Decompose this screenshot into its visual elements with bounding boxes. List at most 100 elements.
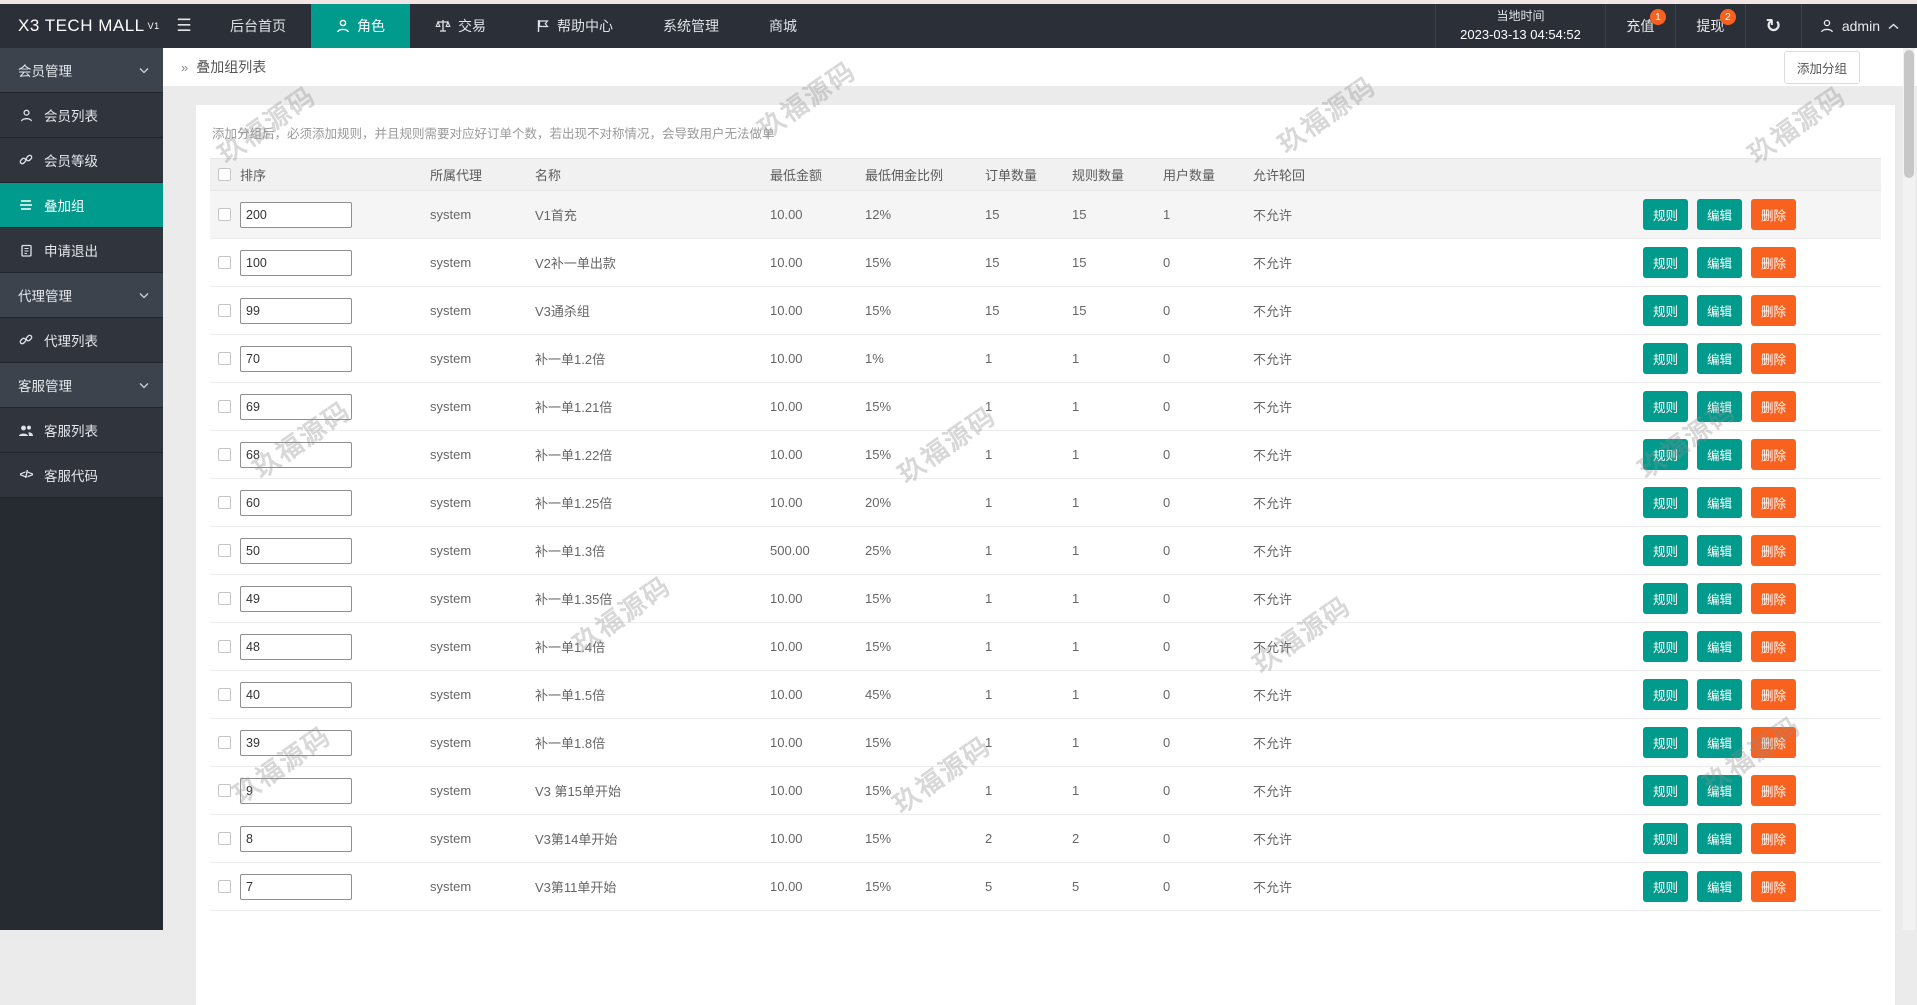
delete-button[interactable]: 删除 [1751, 631, 1797, 662]
rule-button[interactable]: 规则 [1643, 199, 1689, 230]
rule-button[interactable]: 规则 [1643, 727, 1689, 758]
nav-item-dashboard[interactable]: 后台首页 [205, 4, 311, 48]
rule-button[interactable]: 规则 [1643, 391, 1689, 422]
sort-input[interactable] [240, 777, 352, 804]
delete-button[interactable]: 删除 [1751, 439, 1797, 470]
sidebar-toggle-button[interactable]: ☰ [163, 4, 205, 48]
sort-input[interactable] [240, 441, 352, 468]
row-checkbox[interactable] [218, 496, 231, 509]
rule-button[interactable]: 规则 [1643, 487, 1689, 518]
delete-button[interactable]: 删除 [1751, 391, 1797, 422]
delete-button[interactable]: 删除 [1751, 295, 1797, 326]
page-scrollbar[interactable] [1903, 48, 1915, 930]
sidebar-item-stack-group[interactable]: 叠加组 [0, 183, 163, 228]
edit-button[interactable]: 编辑 [1697, 631, 1743, 662]
row-checkbox[interactable] [218, 544, 231, 557]
sort-input[interactable] [240, 729, 352, 756]
edit-button[interactable]: 编辑 [1697, 823, 1743, 854]
delete-button[interactable]: 删除 [1751, 871, 1797, 902]
edit-button[interactable]: 编辑 [1697, 439, 1743, 470]
nav-item-mall[interactable]: 商城 [744, 4, 822, 48]
sort-input[interactable] [240, 297, 352, 324]
edit-button[interactable]: 编辑 [1697, 535, 1743, 566]
row-checkbox[interactable] [218, 832, 231, 845]
rule-button[interactable]: 规则 [1643, 583, 1689, 614]
edit-button[interactable]: 编辑 [1697, 295, 1743, 326]
refresh-button[interactable]: ↻ [1744, 4, 1801, 48]
sort-input[interactable] [240, 537, 352, 564]
row-checkbox[interactable] [218, 304, 231, 317]
sort-input[interactable] [240, 585, 352, 612]
delete-button[interactable]: 删除 [1751, 199, 1797, 230]
rule-button[interactable]: 规则 [1643, 439, 1689, 470]
user-menu[interactable]: admin [1800, 4, 1917, 48]
nav-item-system[interactable]: 系统管理 [638, 4, 744, 48]
row-checkbox[interactable] [218, 640, 231, 653]
sidebar-group-members[interactable]: 会员管理 [0, 48, 163, 93]
edit-button[interactable]: 编辑 [1697, 871, 1743, 902]
sort-input[interactable] [240, 393, 352, 420]
row-checkbox[interactable] [218, 208, 231, 221]
sidebar-item-exit-request[interactable]: 申请退出 [0, 228, 163, 273]
edit-button[interactable]: 编辑 [1697, 775, 1743, 806]
nav-item-roles[interactable]: 角色 [311, 4, 410, 48]
rule-button[interactable]: 规则 [1643, 247, 1689, 278]
sidebar-group-support[interactable]: 客服管理 [0, 363, 163, 408]
rule-button[interactable]: 规则 [1643, 295, 1689, 326]
withdraw-button[interactable]: 提现 2 [1674, 4, 1745, 48]
delete-button[interactable]: 删除 [1751, 823, 1797, 854]
row-checkbox[interactable] [218, 400, 231, 413]
rule-button[interactable]: 规则 [1643, 679, 1689, 710]
row-checkbox[interactable] [218, 688, 231, 701]
row-checkbox[interactable] [218, 352, 231, 365]
edit-button[interactable]: 编辑 [1697, 343, 1743, 374]
rule-button[interactable]: 规则 [1643, 343, 1689, 374]
sidebar-item-support-code[interactable]: </> 客服代码 [0, 453, 163, 498]
rule-button[interactable]: 规则 [1643, 775, 1689, 806]
edit-button[interactable]: 编辑 [1697, 487, 1743, 518]
rule-button[interactable]: 规则 [1643, 535, 1689, 566]
scrollbar-thumb[interactable] [1904, 50, 1914, 178]
recharge-button[interactable]: 充值 1 [1604, 4, 1675, 48]
sort-input[interactable] [240, 201, 352, 228]
delete-button[interactable]: 删除 [1751, 535, 1797, 566]
select-all-checkbox[interactable] [218, 168, 231, 181]
row-checkbox[interactable] [218, 448, 231, 461]
rule-button[interactable]: 规则 [1643, 871, 1689, 902]
delete-button[interactable]: 删除 [1751, 775, 1797, 806]
edit-button[interactable]: 编辑 [1697, 247, 1743, 278]
delete-button[interactable]: 删除 [1751, 727, 1797, 758]
sort-input[interactable] [240, 825, 352, 852]
sort-input[interactable] [240, 249, 352, 276]
edit-button[interactable]: 编辑 [1697, 583, 1743, 614]
nav-item-trade[interactable]: 交易 [410, 4, 511, 48]
sort-input[interactable] [240, 873, 352, 900]
sort-input[interactable] [240, 681, 352, 708]
edit-button[interactable]: 编辑 [1697, 679, 1743, 710]
delete-button[interactable]: 删除 [1751, 247, 1797, 278]
sort-input[interactable] [240, 345, 352, 372]
delete-button[interactable]: 删除 [1751, 679, 1797, 710]
rule-button[interactable]: 规则 [1643, 823, 1689, 854]
add-group-button[interactable]: 添加分组 [1783, 50, 1860, 84]
row-checkbox[interactable] [218, 592, 231, 605]
sidebar-group-agents[interactable]: 代理管理 [0, 273, 163, 318]
nav-item-help-center[interactable]: 帮助中心 [511, 4, 638, 48]
row-checkbox[interactable] [218, 736, 231, 749]
delete-button[interactable]: 删除 [1751, 343, 1797, 374]
delete-button[interactable]: 删除 [1751, 583, 1797, 614]
sidebar-item-member-level[interactable]: 会员等级 [0, 138, 163, 183]
sort-input[interactable] [240, 633, 352, 660]
rule-button[interactable]: 规则 [1643, 631, 1689, 662]
edit-button[interactable]: 编辑 [1697, 199, 1743, 230]
sidebar-item-agent-list[interactable]: 代理列表 [0, 318, 163, 363]
sidebar-item-support-list[interactable]: 客服列表 [0, 408, 163, 453]
sidebar-item-member-list[interactable]: 会员列表 [0, 93, 163, 138]
row-checkbox[interactable] [218, 880, 231, 893]
row-checkbox[interactable] [218, 256, 231, 269]
row-checkbox[interactable] [218, 784, 231, 797]
delete-button[interactable]: 删除 [1751, 487, 1797, 518]
edit-button[interactable]: 编辑 [1697, 727, 1743, 758]
edit-button[interactable]: 编辑 [1697, 391, 1743, 422]
sort-input[interactable] [240, 489, 352, 516]
